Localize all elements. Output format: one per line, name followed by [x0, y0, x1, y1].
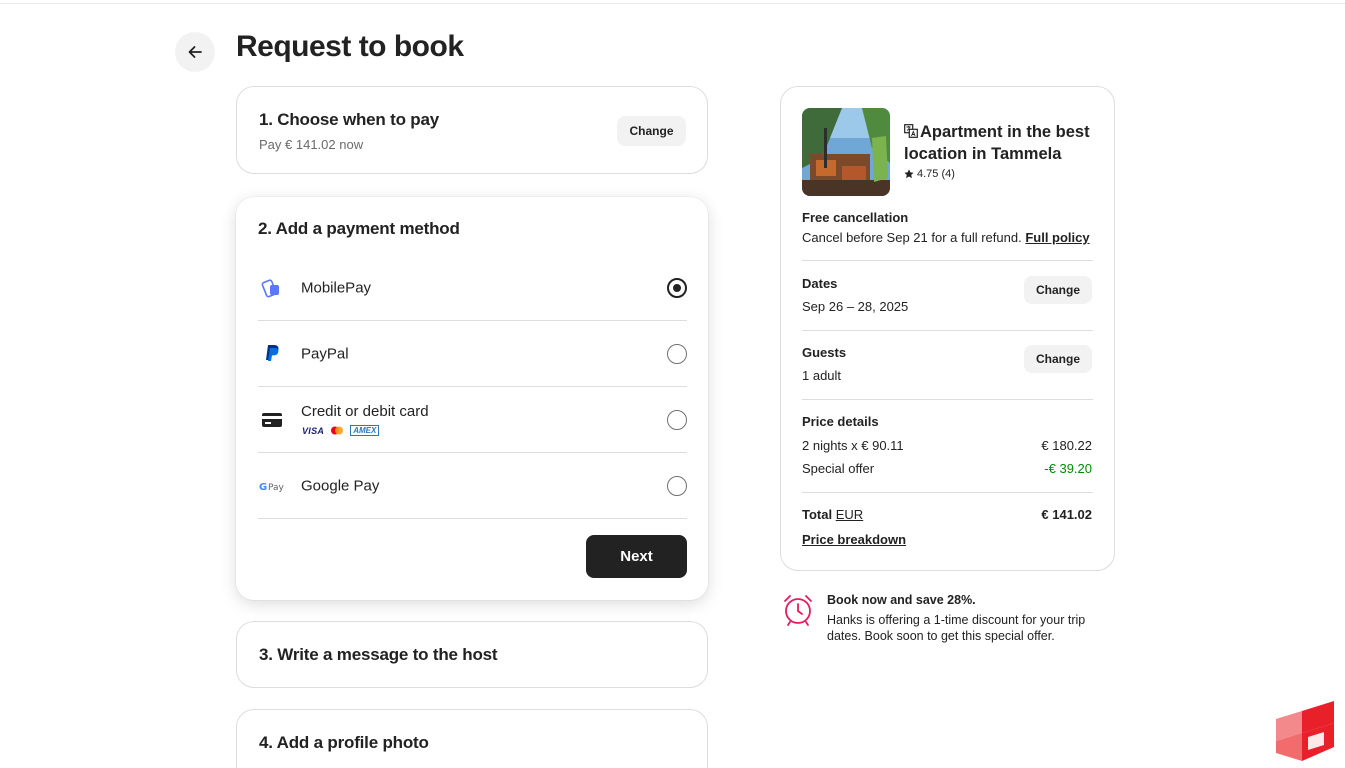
- arrow-left-icon: [188, 46, 202, 58]
- rating: 4.75 (4): [904, 168, 955, 180]
- payment-option-google-pay[interactable]: G Pay Google Pay: [258, 453, 687, 519]
- cancellation-title: Free cancellation: [802, 210, 909, 225]
- divider: [802, 260, 1093, 261]
- payment-option-label: MobilePay: [301, 279, 372, 296]
- step4-title: 4. Add a profile photo: [259, 733, 429, 752]
- payment-option-paypal[interactable]: PayPal: [258, 321, 687, 387]
- price-line-label: Special offer: [802, 461, 875, 476]
- dates-value: Sep 26 – 28, 2025: [802, 299, 909, 314]
- booking-summary: Apartment in the best location in Tammel…: [780, 86, 1115, 571]
- promo-title: Book now and save 28%.: [827, 593, 976, 607]
- top-divider: [0, 3, 1345, 4]
- step-profile-photo[interactable]: 4. Add a profile photo: [236, 709, 708, 768]
- payment-option-card[interactable]: Credit or debit card VISA AMEX: [258, 387, 687, 453]
- cancellation-description: Cancel before Sep 21 for a full refund.: [802, 230, 1022, 245]
- step1-title: 1. Choose when to pay: [259, 110, 439, 129]
- amex-icon: AMEX: [350, 425, 380, 436]
- next-button[interactable]: Next: [586, 535, 687, 578]
- mastercard-icon: [331, 426, 344, 435]
- divider: [802, 492, 1093, 493]
- change-payment-timing-button[interactable]: Change: [617, 116, 686, 146]
- step-add-payment-method: 2. Add a payment method MobilePay PayPal: [236, 197, 708, 600]
- price-line-label: 2 nights x € 90.11: [802, 438, 904, 453]
- payment-option-label: Credit or debit card: [301, 403, 429, 420]
- price-details-title: Price details: [802, 414, 879, 429]
- change-dates-button[interactable]: Change: [1024, 276, 1092, 304]
- step-choose-when-to-pay: 1. Choose when to pay Pay € 141.02 now C…: [236, 86, 708, 174]
- listing-title-text: Apartment in the best location in Tammel…: [904, 123, 1090, 163]
- full-policy-link[interactable]: Full policy: [1025, 230, 1089, 245]
- radio-selected[interactable]: [667, 277, 687, 298]
- price-breakdown-link[interactable]: Price breakdown: [802, 532, 906, 547]
- payment-option-label: PayPal: [301, 345, 349, 362]
- promo-text: Hanks is offering a 1-time discount for …: [827, 613, 1086, 643]
- step1-subtitle: Pay € 141.02 now: [259, 137, 364, 152]
- step3-title: 3. Write a message to the host: [259, 645, 498, 664]
- back-button[interactable]: [175, 32, 215, 72]
- guests-value: 1 adult: [802, 368, 842, 383]
- rating-text: 4.75 (4): [917, 168, 955, 180]
- total-label: Total EUR: [802, 507, 863, 522]
- radio-unselected[interactable]: [667, 343, 687, 364]
- alarm-clock-icon: [784, 595, 812, 626]
- app-logo-icon: [1276, 701, 1334, 761]
- cancellation-text: Cancel before Sep 21 for a full refund. …: [802, 230, 1090, 245]
- card-brand-logos: VISA AMEX: [302, 425, 380, 436]
- mobilepay-icon: [260, 276, 284, 300]
- credit-card-icon: [260, 408, 284, 432]
- price-line-value: € 180.22: [1041, 438, 1092, 453]
- step2-title: 2. Add a payment method: [258, 219, 460, 238]
- payment-option-mobilepay[interactable]: MobilePay: [258, 255, 687, 321]
- visa-icon: VISA: [302, 425, 325, 436]
- paypal-icon: [260, 342, 284, 366]
- translate-icon: [904, 124, 918, 138]
- payment-option-label: Google Pay: [301, 477, 380, 494]
- total-label-text: Total: [802, 507, 833, 522]
- divider: [802, 330, 1093, 331]
- total-value: € 141.02: [1041, 507, 1092, 522]
- google-pay-icon: G Pay: [258, 474, 288, 498]
- radio-unselected[interactable]: [667, 475, 687, 496]
- svg-text:Pay: Pay: [268, 483, 285, 492]
- page-title: Request to book: [236, 30, 464, 63]
- step-message-host[interactable]: 3. Write a message to the host: [236, 621, 708, 688]
- star-icon: [904, 169, 914, 179]
- special-offer-value: -€ 39.20: [1044, 461, 1092, 476]
- divider: [802, 399, 1093, 400]
- currency-link[interactable]: EUR: [836, 507, 863, 522]
- svg-text:G: G: [259, 482, 267, 492]
- change-guests-button[interactable]: Change: [1024, 345, 1092, 373]
- dates-label: Dates: [802, 276, 838, 291]
- listing-photo[interactable]: [802, 108, 890, 196]
- listing-title: Apartment in the best location in Tammel…: [904, 121, 1104, 165]
- guests-label: Guests: [802, 345, 847, 360]
- radio-unselected[interactable]: [667, 409, 687, 430]
